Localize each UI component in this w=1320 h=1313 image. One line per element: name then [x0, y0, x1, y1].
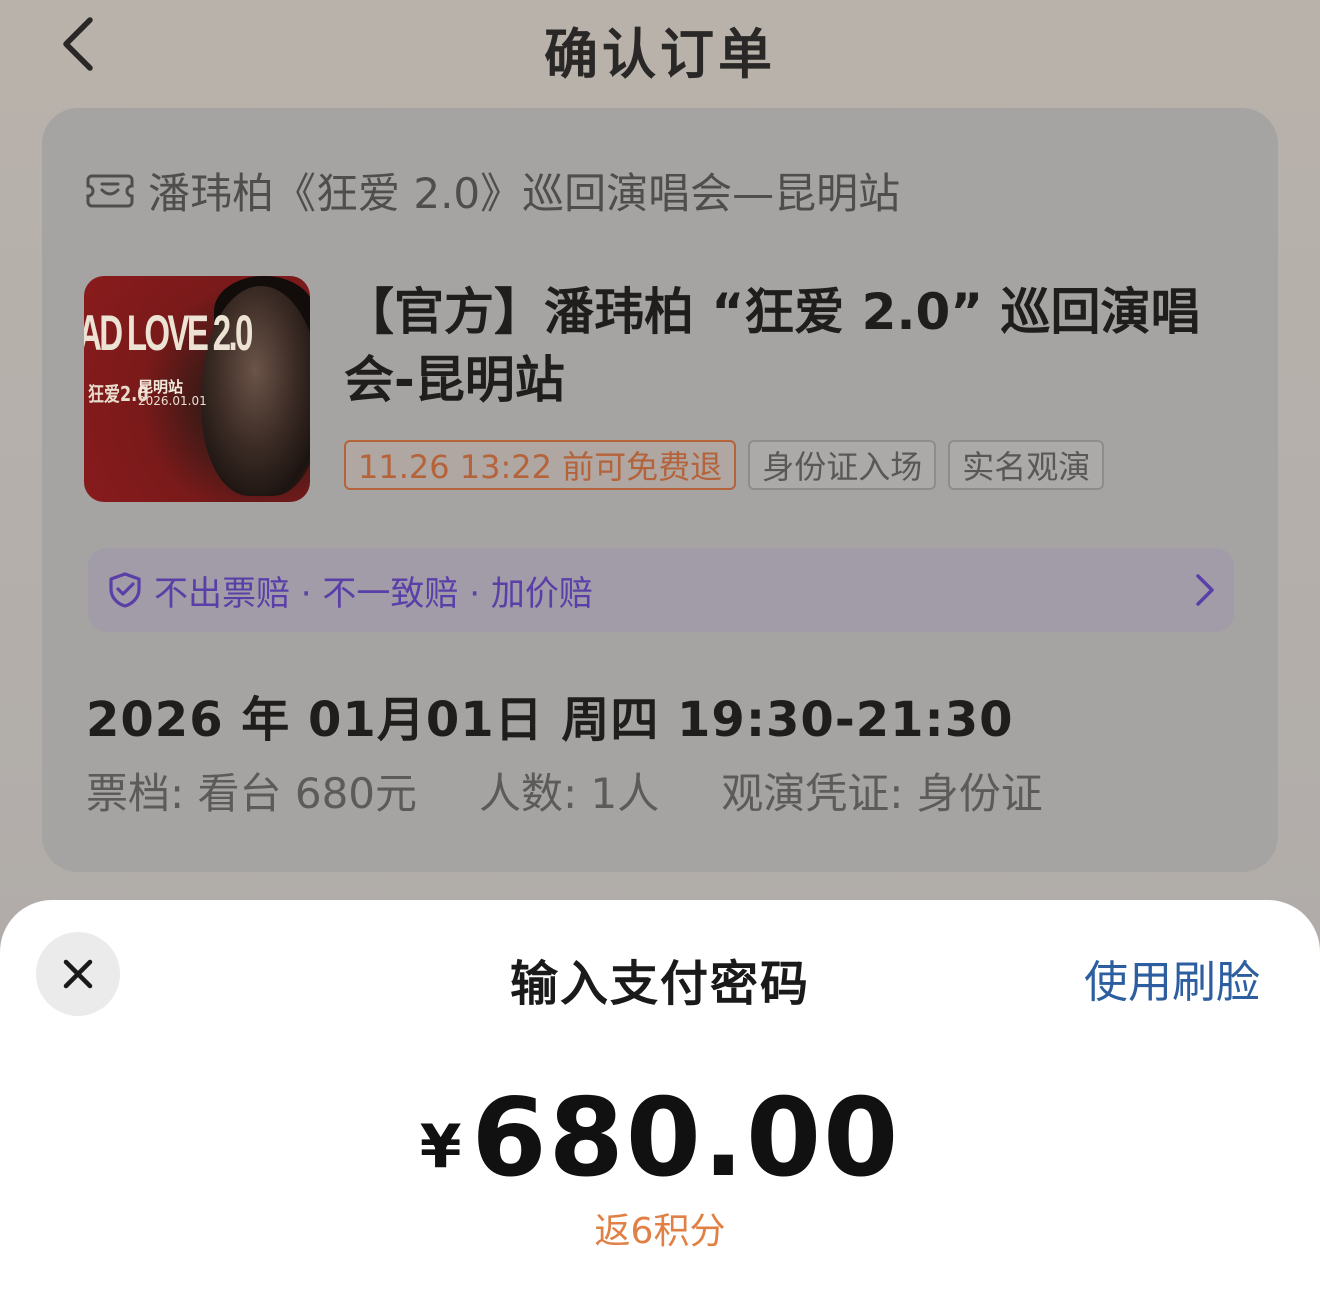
currency-symbol: ¥ [419, 1112, 462, 1182]
ticket-info-row: 票档: 看台 680元 人数: 1人 观演凭证: 身份证 [86, 760, 1043, 821]
show-datetime: 2026 年 01月01日 周四 19:30-21:30 [86, 692, 1014, 748]
guarantee-text: 不出票赔 · 不一致赔 · 加价赔 [154, 573, 593, 614]
guarantee-banner[interactable]: 不出票赔 · 不一致赔 · 加价赔 [88, 548, 1234, 632]
venue-name: 潘玮柏《狂爱 2.0》巡回演唱会—昆明站 [148, 168, 901, 218]
ticket-count: 人数: 1人 [479, 769, 660, 818]
event-title: 【官方】潘玮柏 “狂爱 2.0” 巡回演唱会-昆明站 [344, 283, 1201, 409]
page-title: 确认订单 [544, 23, 776, 86]
tag-list: 11.26 13:22 前可免费退 身份证入场 实名观演 [344, 440, 1105, 490]
event-poster[interactable]: AD LOVE 2.0 狂爱2.0 昆明站 2026.01.01 [84, 276, 310, 502]
use-face-pay-link[interactable]: 使用刷脸 [1084, 946, 1260, 1010]
ticket-tier: 票档: 看台 680元 [86, 769, 418, 818]
amount-value: 680.00 [471, 1076, 901, 1201]
venue-row: 潘玮柏《狂爱 2.0》巡回演唱会—昆明站 [86, 164, 900, 218]
points-note: 返6积分 [594, 1211, 726, 1252]
tag-free-refund: 11.26 13:22 前可免费退 [344, 440, 737, 490]
shield-check-icon [109, 572, 141, 608]
pay-amount: ¥680.00 [0, 1076, 1320, 1201]
top-bar: 确认订单 [0, 0, 1320, 96]
ticket-icon [86, 174, 134, 208]
ticket-credential: 观演凭证: 身份证 [721, 769, 1043, 818]
chevron-right-icon [1196, 574, 1214, 606]
poster-title-art: AD LOVE 2.0 [84, 305, 253, 361]
order-card: 潘玮柏《狂爱 2.0》巡回演唱会—昆明站 AD LOVE 2.0 狂爱2.0 昆… [42, 108, 1278, 872]
poster-date-art: 2026.01.01 [138, 394, 207, 408]
payment-sheet: 输入支付密码 使用刷脸 ¥680.00 返6积分 [0, 900, 1320, 1313]
tag-real-name: 实名观演 [948, 440, 1105, 490]
tag-id-entry: 身份证入场 [748, 440, 937, 490]
